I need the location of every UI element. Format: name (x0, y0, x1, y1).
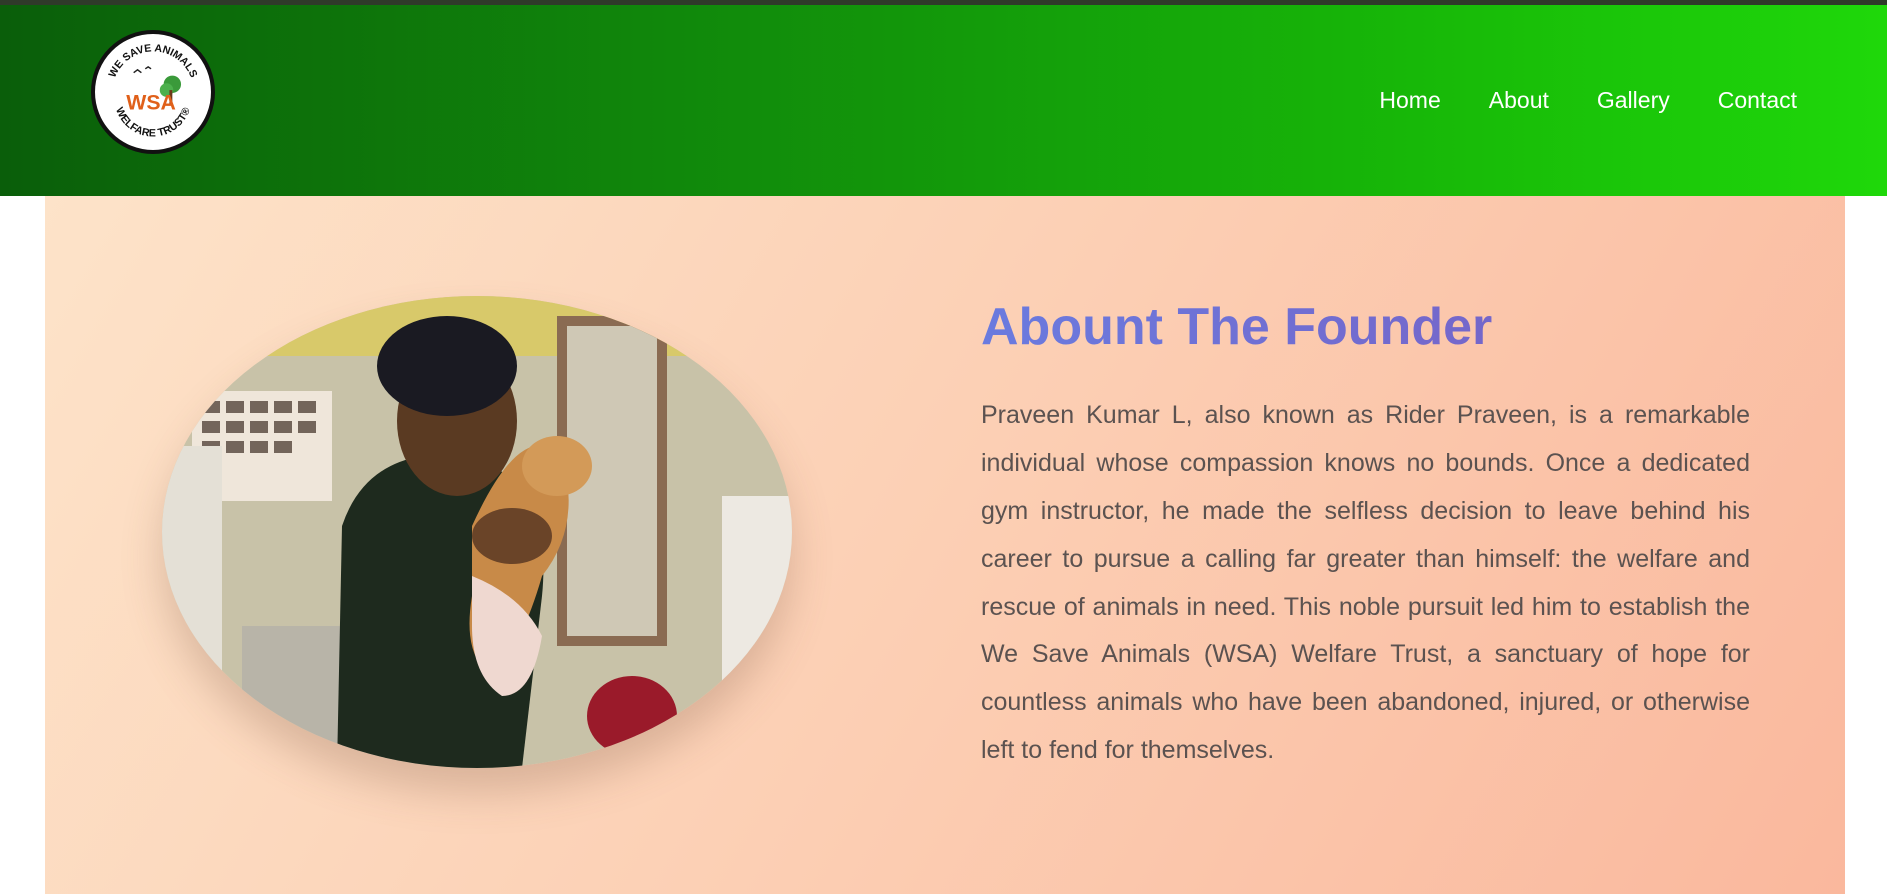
nav-about[interactable]: About (1489, 87, 1549, 114)
founder-title: Abount The Founder (981, 296, 1750, 358)
founder-content: Abount The Founder Praveen Kumar L, also… (981, 296, 1750, 775)
logo-text-mid: WSA (126, 90, 176, 114)
nav-home[interactable]: Home (1379, 87, 1440, 114)
founder-photo-image (162, 296, 792, 768)
founder-photo (162, 296, 792, 768)
main-nav: Home About Gallery Contact (1379, 87, 1797, 114)
site-header: WE SAVE ANIMALS WELFARE TRUST® WSA Home … (0, 5, 1887, 196)
wsa-logo-icon: WE SAVE ANIMALS WELFARE TRUST® WSA (98, 37, 208, 147)
site-logo[interactable]: WE SAVE ANIMALS WELFARE TRUST® WSA (91, 30, 215, 154)
founder-bio: Praveen Kumar L, also known as Rider Pra… (981, 401, 1750, 764)
founder-section: Abount The Founder Praveen Kumar L, also… (45, 196, 1845, 894)
nav-contact[interactable]: Contact (1718, 87, 1797, 114)
nav-gallery[interactable]: Gallery (1597, 87, 1670, 114)
